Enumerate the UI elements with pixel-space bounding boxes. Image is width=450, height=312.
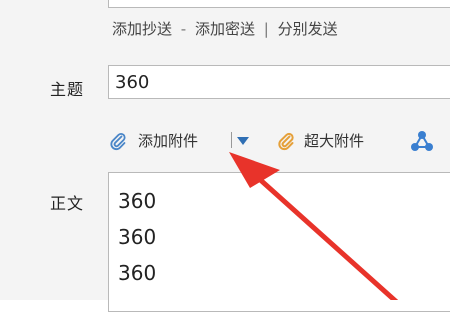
separator-bar: | (263, 20, 269, 38)
share-nodes-icon (411, 131, 433, 151)
triangle-down-icon (237, 137, 249, 145)
add-attachment-label: 添加附件 (138, 132, 199, 150)
attachment-dropdown-button[interactable] (236, 136, 250, 146)
add-cc-link[interactable]: 添加抄送 (112, 20, 172, 38)
paperclip-icon (110, 132, 126, 150)
add-bcc-link[interactable]: 添加密送 (195, 20, 255, 38)
dropdown-divider (231, 132, 232, 148)
send-separately-link[interactable]: 分别发送 (278, 20, 338, 38)
body-text-line: 360 (118, 261, 157, 285)
cloud-attachment-button[interactable] (410, 130, 434, 152)
cc-options-row: 添加抄送 - 添加密送 | 分别发送 (112, 18, 338, 39)
attachment-toolbar: 添加附件 超大附件 (108, 128, 450, 156)
message-body-editor[interactable]: 360 360 360 (108, 172, 450, 312)
body-text-line: 360 (118, 189, 157, 213)
body-label: 正文 (50, 194, 85, 213)
separator-dash: - (180, 20, 187, 38)
large-attachment-label: 超大附件 (304, 132, 365, 150)
body-text-line: 360 (118, 225, 157, 249)
add-attachment-button[interactable]: 添加附件 (108, 130, 198, 151)
subject-label: 主题 (50, 80, 85, 99)
paperclip-icon (278, 132, 294, 150)
large-attachment-button[interactable]: 超大附件 (276, 130, 364, 151)
compose-panel: 添加抄送 - 添加密送 | 分别发送 主题 添加附件 超大附件 (0, 0, 450, 312)
recipient-field[interactable] (108, 0, 450, 8)
subject-input[interactable] (108, 65, 450, 99)
